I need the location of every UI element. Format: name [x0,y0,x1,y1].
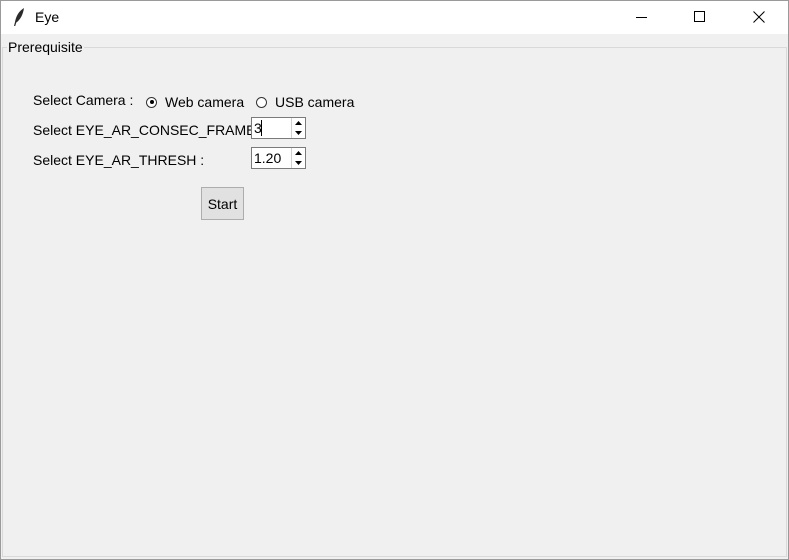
web-camera-label: Web camera [165,94,245,110]
thresh-value: 1.20 [254,150,282,166]
consec-frames-label: Select EYE_AR_CONSEC_FRAMES [33,122,265,138]
consec-frames-spinbox[interactable]: 3 [251,117,306,139]
select-camera-label: Select Camera : [33,92,134,108]
consec-frames-down-button[interactable] [292,128,305,138]
arrow-up-icon [295,151,302,155]
usb-camera-radio[interactable]: USB camera [256,94,354,110]
thresh-up-button[interactable] [292,148,305,158]
maximize-button[interactable] [677,1,723,33]
groupbox-label: Prerequisite [7,39,84,55]
maximize-icon [694,11,705,22]
minimize-icon [636,17,647,18]
arrow-down-icon [295,131,302,135]
thresh-down-button[interactable] [292,158,305,168]
close-icon [753,11,765,23]
arrow-up-icon [295,121,302,125]
arrow-down-icon [295,161,302,165]
title-bar[interactable]: Eye [1,1,788,34]
radio-unselected-icon [256,96,267,108]
feather-icon [14,8,24,26]
usb-camera-label: USB camera [275,94,355,110]
close-button[interactable] [736,1,782,33]
minimize-button[interactable] [619,1,665,33]
thresh-label: Select EYE_AR_THRESH : [33,152,205,168]
consec-frames-up-button[interactable] [292,118,305,128]
thresh-spinbox[interactable]: 1.20 [251,147,306,169]
client-area: Prerequisite Select Camera : Web camera … [1,34,788,559]
window-title: Eye [35,9,60,25]
app-window: Eye Prerequisite Select Camera : Web cam… [0,0,789,560]
spin-arrows [291,118,305,138]
web-camera-radio[interactable]: Web camera [146,94,244,110]
spin-arrows [291,148,305,168]
text-caret [261,120,262,136]
start-button[interactable]: Start [201,187,244,220]
radio-selected-icon [146,96,157,108]
